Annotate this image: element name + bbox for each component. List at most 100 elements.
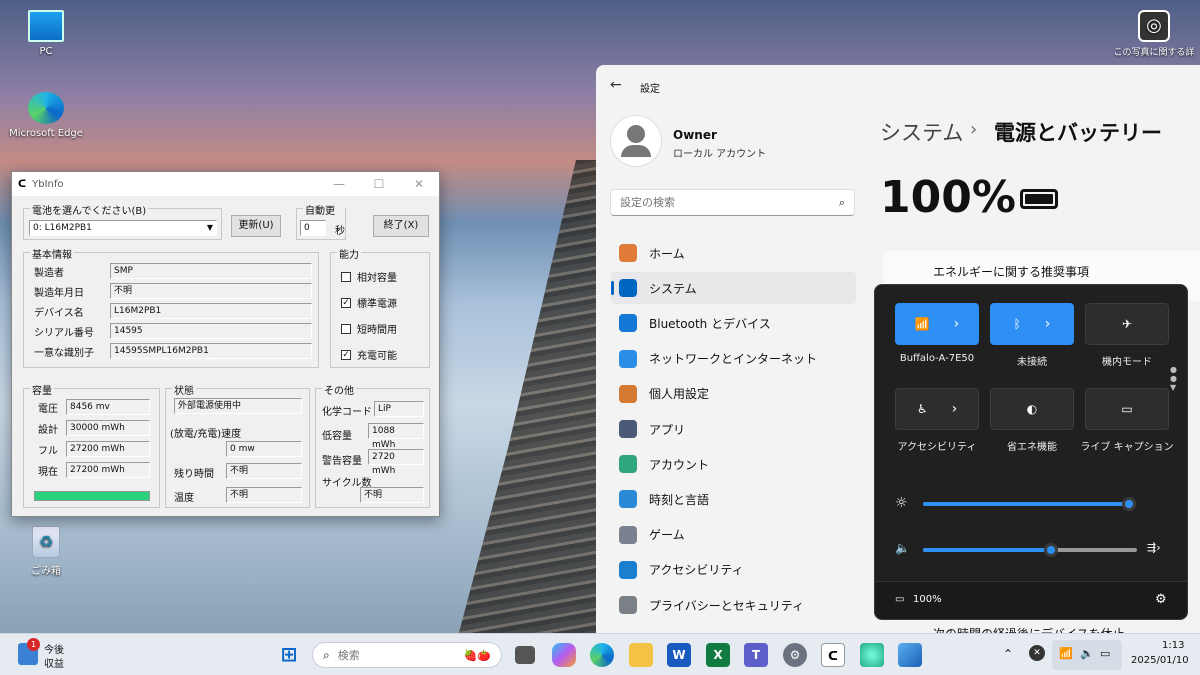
- basic-info-value: 14595: [110, 323, 312, 339]
- copilot-icon[interactable]: [552, 643, 576, 667]
- maximize-icon[interactable]: ☐: [359, 177, 399, 191]
- taskbar-search[interactable]: ⌕ 🍓🍅: [312, 642, 502, 668]
- update-button[interactable]: 更新(U): [231, 215, 281, 237]
- speaker-icon[interactable]: 🔈: [895, 541, 910, 555]
- task-view-icon[interactable]: [515, 646, 535, 664]
- gear-icon[interactable]: ⚙: [1155, 592, 1167, 607]
- teams-icon[interactable]: T: [744, 643, 768, 667]
- capability-group: 能力 相対容量 ✓ 標準電源 短時間用 ✓ 充電可能: [330, 246, 430, 368]
- nav-item[interactable]: アカウント: [611, 448, 856, 480]
- group-label: 状態: [172, 382, 196, 397]
- nav-label: システム: [649, 281, 697, 296]
- ybinfo-icon[interactable]: ᑕ: [821, 643, 845, 667]
- remain-value: 不明: [226, 463, 302, 479]
- start-icon[interactable]: ⊞: [277, 643, 301, 667]
- photos-icon[interactable]: [860, 643, 884, 667]
- checkbox-icon[interactable]: [341, 271, 351, 282]
- nav-item[interactable]: ネットワークとインターネット: [611, 343, 856, 375]
- capability-checkbox[interactable]: ✓ 充電可能: [341, 347, 397, 362]
- desktop-icon-edge[interactable]: Microsoft Edge: [6, 92, 86, 139]
- checkbox-icon[interactable]: [341, 323, 351, 334]
- battery-percent: 100%: [880, 172, 1016, 223]
- nav-item[interactable]: ゲーム: [611, 519, 856, 551]
- recycle-bin-icon: ♻: [32, 526, 60, 558]
- edge-icon: [28, 92, 64, 124]
- camera-icon: ◎: [1138, 10, 1170, 42]
- checkbox-icon[interactable]: ✓: [341, 349, 351, 360]
- audio-output-icon[interactable]: ⇶›: [1147, 541, 1161, 554]
- capability-checkbox[interactable]: ✓ 標準電源: [341, 295, 397, 310]
- desktop-icon-pc[interactable]: PC: [6, 10, 86, 57]
- nav-item[interactable]: アプリ: [611, 413, 856, 445]
- avatar[interactable]: [610, 115, 662, 167]
- taskbar-search-input[interactable]: [337, 648, 438, 662]
- basic-info-label: シリアル番号: [34, 327, 94, 339]
- nav-item[interactable]: 個人用設定: [611, 378, 856, 410]
- nav-item[interactable]: ホーム: [611, 237, 856, 269]
- toggle-label: 未接続: [1017, 357, 1047, 368]
- photo-info-button[interactable]: ◎ この写真に関する詳: [1108, 10, 1200, 58]
- settings-search-input[interactable]: [620, 196, 820, 209]
- state-group: 状態 外部電源使用中 (放電/充電)速度 0 mw 残り時間 不明 温度 不明: [165, 382, 310, 508]
- wifi-icon: 📶: [1059, 647, 1073, 660]
- brightness-slider[interactable]: [923, 497, 1136, 511]
- desktop-icon-recycle-bin[interactable]: ♻ ごみ箱: [6, 526, 86, 577]
- checkbox-icon[interactable]: ✓: [341, 297, 351, 308]
- quick-toggle[interactable]: ᛒ ›: [990, 303, 1074, 345]
- widget-title[interactable]: 今後: [44, 641, 64, 656]
- brightness-knob[interactable]: [1121, 497, 1136, 511]
- chevron-right-icon[interactable]: ›: [1045, 316, 1051, 332]
- battery-small-icon: ▭: [895, 594, 905, 605]
- battery-select-value: 0: L16M2PB1: [33, 223, 92, 233]
- capability-checkbox[interactable]: 短時間用: [341, 321, 397, 336]
- word-icon[interactable]: W: [667, 643, 691, 667]
- clock-date[interactable]: 2025/01/10: [1131, 655, 1189, 666]
- excel-icon[interactable]: X: [706, 643, 730, 667]
- settings-icon[interactable]: ⚙: [783, 643, 807, 667]
- page-indicator[interactable]: ● ● ▼: [1170, 365, 1177, 392]
- minimize-icon[interactable]: —: [319, 177, 359, 191]
- close-circle-icon[interactable]: ✕: [1029, 645, 1045, 661]
- gallery-icon[interactable]: [898, 643, 922, 667]
- quick-toggle[interactable]: ♿ ›: [895, 388, 979, 430]
- chevron-up-icon[interactable]: ⌃: [1003, 647, 1013, 661]
- capability-checkbox[interactable]: 相対容量: [341, 269, 397, 284]
- volume-slider[interactable]: [923, 543, 1137, 557]
- auto-update-input[interactable]: 0: [300, 220, 326, 236]
- nav-item[interactable]: プライバシーとセキュリティ: [611, 589, 856, 621]
- nav-item[interactable]: 時刻と言語: [611, 483, 856, 515]
- edge-icon[interactable]: [590, 643, 614, 667]
- nav-item[interactable]: システム: [611, 272, 856, 305]
- desktop-icon-label: Microsoft Edge: [9, 128, 83, 139]
- battery-select[interactable]: 0: L16M2PB1 ▼: [29, 220, 217, 236]
- basic-info-label: デバイス名: [34, 307, 84, 319]
- chevron-right-icon[interactable]: ›: [954, 316, 960, 332]
- nav-icon: [619, 596, 637, 614]
- nav-label: アカウント: [649, 457, 710, 472]
- exit-button[interactable]: 終了(X): [373, 215, 429, 237]
- file-explorer-icon[interactable]: [629, 643, 653, 667]
- volume-knob[interactable]: [1044, 543, 1059, 557]
- search-highlight-icon: 🍓🍅: [463, 648, 491, 662]
- search-icon: ⌕: [323, 647, 330, 662]
- quick-toggle[interactable]: ✈: [1085, 303, 1169, 345]
- title-bar[interactable]: ᑕ YbInfo — ☐ ✕: [12, 172, 439, 196]
- close-icon[interactable]: ✕: [399, 177, 439, 191]
- capacity-row: 電圧 8456 mv: [38, 399, 150, 415]
- quick-toggle[interactable]: ◐: [990, 388, 1074, 430]
- system-tray-button[interactable]: 📶 🔈 ▭: [1052, 640, 1122, 670]
- nav-item[interactable]: アクセシビリティ: [611, 554, 856, 586]
- settings-search[interactable]: ⌕: [610, 189, 855, 216]
- breadcrumb-parent[interactable]: システム: [880, 117, 963, 147]
- chevron-right-icon[interactable]: ›: [952, 401, 958, 417]
- notification-badge: 1: [27, 638, 40, 651]
- cycle-count-value: 不明: [360, 487, 424, 503]
- quick-toggle[interactable]: 📶 ›: [895, 303, 979, 345]
- back-arrow-icon[interactable]: ←: [610, 77, 622, 93]
- widget-subtitle[interactable]: 収益: [44, 655, 64, 670]
- capacity-value: 8456 mv: [66, 399, 150, 415]
- quick-toggle[interactable]: ▭: [1085, 388, 1169, 430]
- nav-item[interactable]: Bluetooth とデバイス: [611, 307, 856, 339]
- basic-info-label: 製造年月日: [34, 287, 84, 299]
- clock-time[interactable]: 1:13: [1162, 640, 1184, 651]
